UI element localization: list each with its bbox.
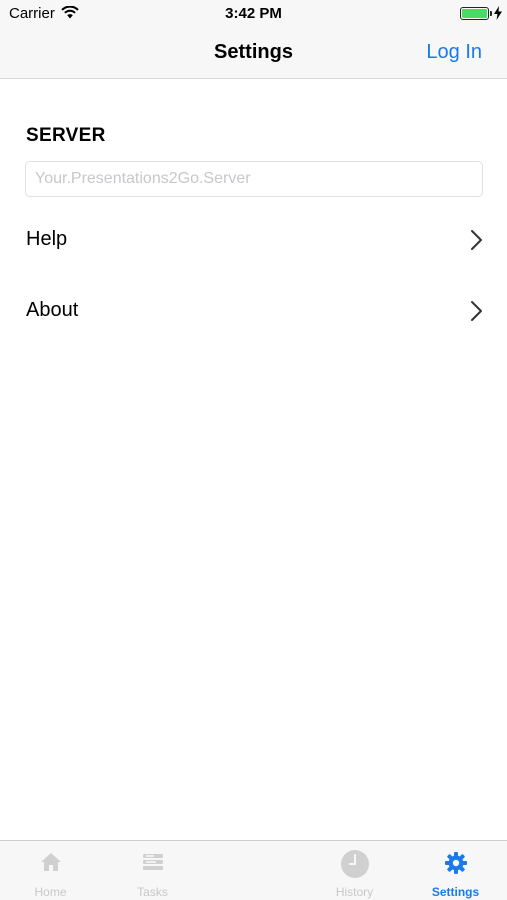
status-time: 3:42 PM xyxy=(225,5,282,22)
help-row[interactable]: Help xyxy=(0,210,507,270)
tab-tasks[interactable]: Tasks xyxy=(102,841,203,900)
navigation-bar: Settings Log In xyxy=(0,28,507,79)
battery-nub xyxy=(490,11,492,16)
tab-settings-label: Settings xyxy=(431,885,480,899)
tab-tasks-label: Tasks xyxy=(137,885,168,899)
help-label: Help xyxy=(26,228,68,250)
chevron-right-icon xyxy=(470,300,483,327)
clock-icon xyxy=(304,849,405,879)
gear-icon xyxy=(405,851,506,875)
tab-home[interactable]: Home xyxy=(0,841,101,900)
about-row[interactable]: About xyxy=(0,281,507,341)
tab-settings[interactable]: Settings xyxy=(405,841,506,900)
status-bar: Carrier 3:42 PM xyxy=(0,0,507,28)
tab-home-label: Home xyxy=(34,885,67,899)
chevron-right-icon xyxy=(470,229,483,256)
log-in-button[interactable]: Log In xyxy=(426,41,482,64)
tab-history-label: History xyxy=(335,885,374,899)
tab-bar: Home Tasks History Settings xyxy=(0,840,507,900)
tasks-icon xyxy=(102,851,203,873)
server-section-header: SERVER xyxy=(26,125,106,146)
tab-history[interactable]: History xyxy=(304,841,405,900)
home-icon xyxy=(0,851,101,873)
battery-icon xyxy=(460,7,489,20)
about-label: About xyxy=(26,299,79,321)
charging-bolt-icon xyxy=(494,6,502,25)
server-input[interactable] xyxy=(25,161,483,197)
